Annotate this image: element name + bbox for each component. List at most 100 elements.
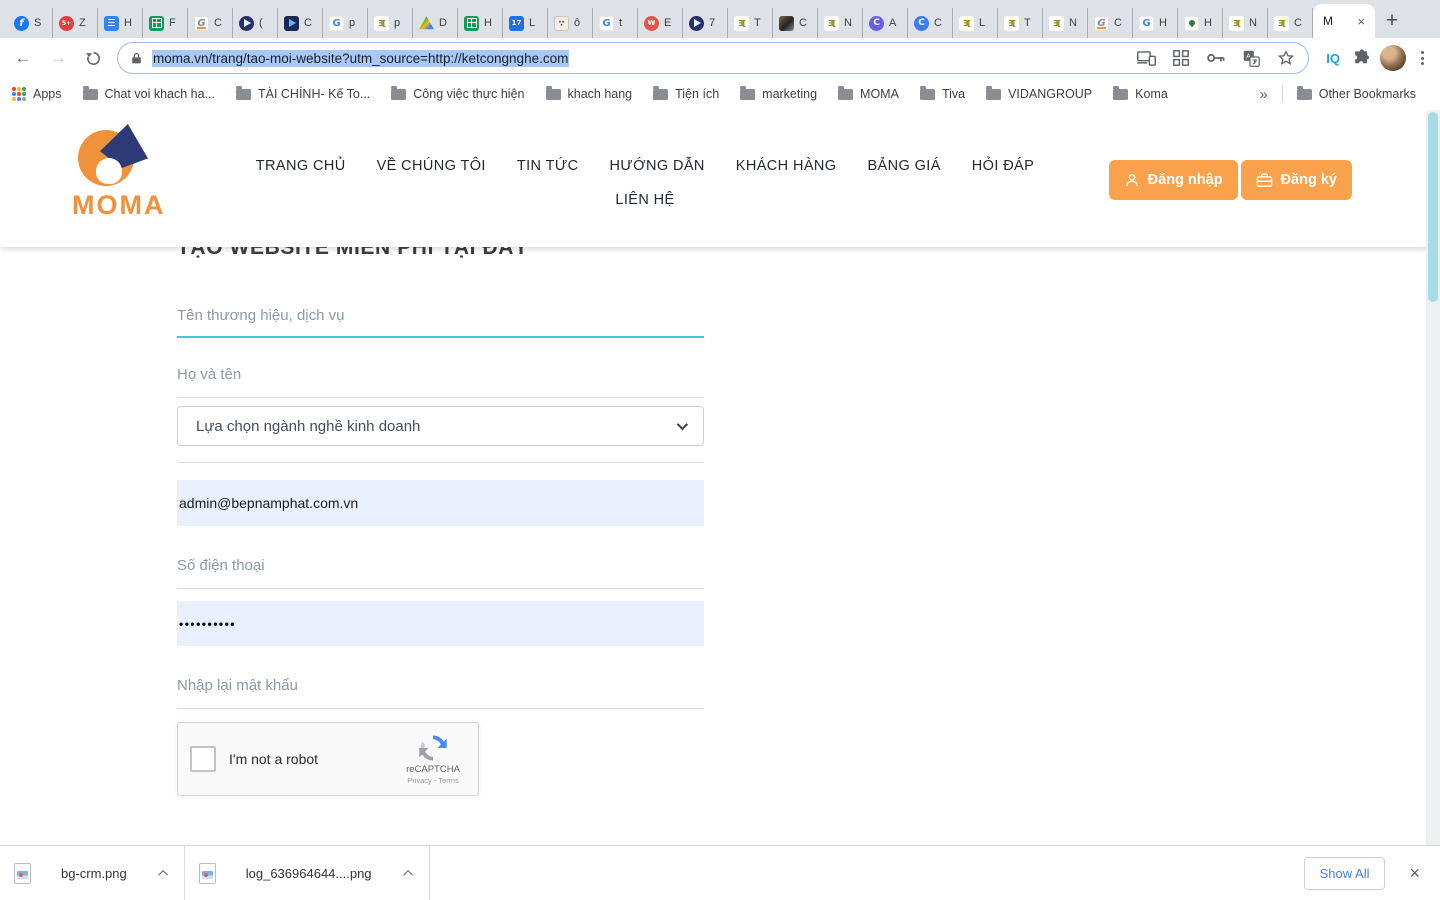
facebook-favicon: f [14, 16, 29, 31]
browser-tab[interactable]: H [98, 8, 143, 38]
browser-tab[interactable]: Ǝ[T [998, 8, 1043, 38]
browser-tab[interactable]: H [458, 8, 503, 38]
iq-extension-badge[interactable]: IQ [1326, 51, 1340, 66]
email-field[interactable] [177, 480, 704, 526]
cal-favicon: 17 [509, 16, 524, 31]
recaptcha-privacy-terms[interactable]: Privacy - Terms [400, 776, 466, 785]
phone-input[interactable] [177, 543, 704, 588]
browser-tab[interactable]: 17L [503, 8, 548, 38]
moma-logo[interactable]: MOMA [72, 124, 167, 221]
bookmark-folder[interactable]: Tiva [920, 87, 965, 101]
apps-shortcut[interactable]: Apps [12, 87, 62, 101]
nav-row-2: LIÊN HỆ [250, 191, 1040, 209]
browser-tab[interactable]: Ǝ[N [1043, 8, 1088, 38]
browser-tab[interactable]: fS [8, 8, 53, 38]
browser-tab[interactable]: CC [908, 8, 953, 38]
bookmark-folder[interactable]: MOMA [838, 87, 899, 101]
browser-tab[interactable]: C [773, 8, 818, 38]
url-text[interactable]: moma.vn/trang/tao-moi-website?utm_source… [152, 50, 569, 67]
bookmark-folder[interactable]: marketing [740, 87, 817, 101]
browser-tab[interactable]: 5+Z [53, 8, 98, 38]
password-field[interactable] [177, 601, 704, 646]
password-input[interactable] [179, 617, 702, 631]
nav-item[interactable]: TIN TỨC [517, 158, 579, 174]
bookmark-folder[interactable]: Tiện ích [653, 87, 719, 101]
browser-tab[interactable]: ( [233, 8, 278, 38]
nav-item[interactable]: BẢNG GIÁ [867, 158, 940, 174]
tab-close-icon[interactable]: × [1357, 14, 1365, 29]
browser-tab[interactable]: Gp [323, 8, 368, 38]
download-item[interactable]: bg-crm.png [0, 846, 185, 900]
browser-tab[interactable]: CA [863, 8, 908, 38]
browser-tab[interactable]: Gt [593, 8, 638, 38]
downloads-close-icon[interactable]: × [1409, 863, 1420, 884]
browser-tab[interactable]: Ǝ[N [818, 8, 863, 38]
active-tab[interactable]: M × [1313, 4, 1375, 38]
browser-tab[interactable]: Ǝ[T [728, 8, 773, 38]
other-bookmarks[interactable]: Other Bookmarks [1297, 87, 1416, 101]
register-button[interactable]: Đăng ký [1241, 160, 1352, 200]
confirm-password-input[interactable] [177, 663, 704, 708]
briefcase-icon [1256, 173, 1273, 188]
browser-tab[interactable]: Ǝ[C [1268, 8, 1313, 38]
browser-tab[interactable]: F [143, 8, 188, 38]
profile-avatar[interactable] [1380, 45, 1406, 71]
brand-input[interactable] [177, 295, 704, 336]
nav-item[interactable]: HỎI ĐÁP [972, 158, 1034, 174]
back-button[interactable]: ← [10, 45, 36, 71]
bookmark-folder[interactable]: Chat voi khach ha... [83, 87, 215, 101]
download-expand-chevron[interactable] [158, 869, 168, 879]
browser-tab[interactable]: Ǝ[L [953, 8, 998, 38]
bookmark-folder[interactable]: VIDANGROUP [986, 87, 1092, 101]
bookmark-folder-list: Chat voi khach ha... TÀI CHÍNH- Kế To... C… [83, 87, 1189, 101]
industry-select[interactable]: Lựa chọn ngành nghề kinh doanh [177, 406, 704, 446]
bookmark-folder[interactable]: TÀI CHÍNH- Kế To... [236, 87, 370, 101]
reload-button[interactable] [80, 45, 106, 71]
bookmark-star-icon[interactable] [1276, 48, 1296, 68]
nav-item[interactable]: KHÁCH HÀNG [736, 158, 837, 174]
browser-tab[interactable]: Ǝ[p [368, 8, 413, 38]
browser-tab[interactable]: GC [1088, 8, 1133, 38]
browser-tab[interactable]: GH [1133, 8, 1178, 38]
nav-item[interactable]: HƯỚNG DẪN [610, 158, 705, 174]
brand-field[interactable] [177, 295, 704, 338]
extensions-puzzle-icon[interactable] [1351, 48, 1371, 68]
download-item[interactable]: log_636964644....png [185, 846, 430, 900]
nav-item[interactable]: TRANG CHỦ [256, 158, 346, 174]
show-all-button[interactable]: Show All [1304, 857, 1386, 890]
address-bar[interactable]: moma.vn/trang/tao-moi-website?utm_source… [117, 42, 1309, 74]
browser-tab[interactable]: GC [188, 8, 233, 38]
new-tab-button[interactable]: + [1375, 4, 1409, 38]
image-file-icon [199, 863, 216, 884]
confirm-password-field[interactable] [177, 663, 704, 709]
email-input[interactable] [179, 495, 702, 511]
bookmark-folder[interactable]: Công việc thực hiện [391, 87, 524, 101]
fullname-input[interactable] [177, 352, 704, 397]
phone-field[interactable] [177, 543, 704, 589]
browser-tab[interactable]: 7 [683, 8, 728, 38]
nav-item[interactable]: VỀ CHÚNG TÔI [377, 158, 486, 174]
send-to-devices-icon[interactable] [1136, 48, 1156, 68]
downloads-bar: bg-crm.pnglog_636964644....png Show All … [0, 845, 1440, 900]
bookmarks-overflow-chevron[interactable]: » [1259, 86, 1267, 103]
login-button[interactable]: Đăng nhập [1109, 160, 1238, 200]
chrome-menu-icon[interactable] [1415, 47, 1430, 69]
download-expand-chevron[interactable] [403, 869, 413, 879]
bookmark-folder-label: Koma [1135, 87, 1168, 101]
bookmark-folder[interactable]: khach hang [546, 87, 633, 101]
browser-tab[interactable]: WE [638, 8, 683, 38]
page-scrollbar-track[interactable] [1426, 110, 1440, 845]
password-key-icon[interactable] [1206, 48, 1226, 68]
page-scrollbar-thumb[interactable] [1428, 112, 1438, 302]
collections-icon[interactable] [1171, 48, 1191, 68]
browser-tab[interactable]: C [278, 8, 323, 38]
browser-tab[interactable]: ∵ô [548, 8, 593, 38]
browser-tab[interactable]: D [413, 8, 458, 38]
browser-tab[interactable]: H [1178, 8, 1223, 38]
bookmark-folder[interactable]: Koma [1113, 87, 1168, 101]
translate-icon[interactable]: A [1241, 48, 1261, 68]
fullname-field[interactable] [177, 352, 704, 398]
nav-item-lien-he[interactable]: LIÊN HỆ [615, 192, 674, 208]
browser-tab[interactable]: Ǝ[N [1223, 8, 1268, 38]
recaptcha-checkbox[interactable] [190, 746, 216, 772]
